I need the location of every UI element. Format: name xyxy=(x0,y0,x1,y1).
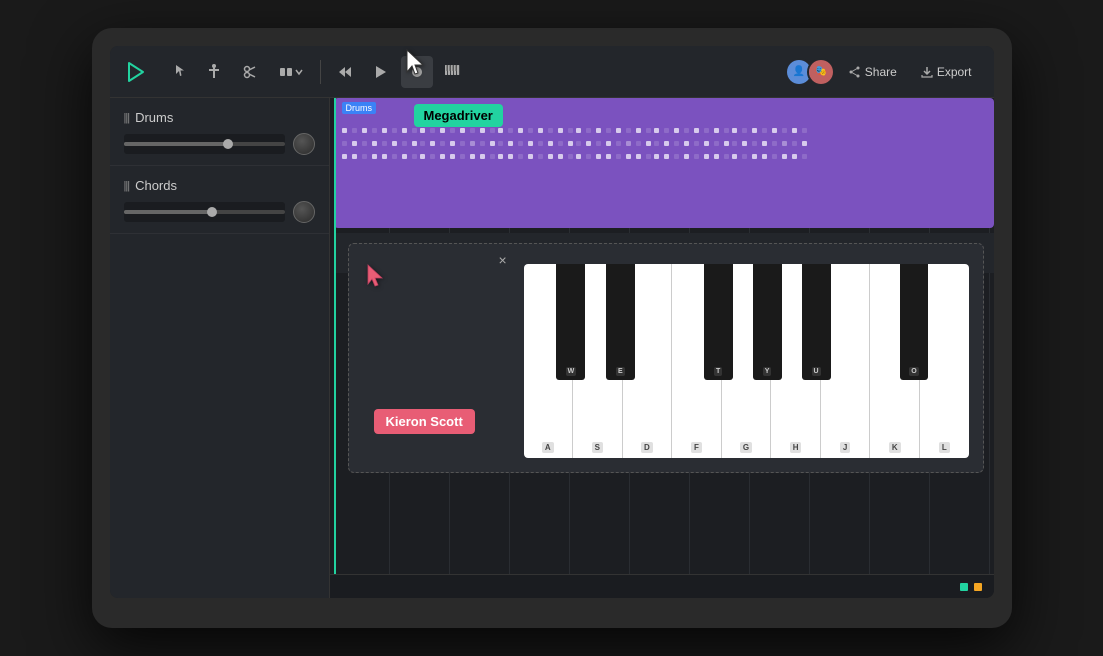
track-item-drums: ||| Drums xyxy=(110,98,329,166)
key-g-label: G xyxy=(740,442,752,453)
track-item-chords: ||| Chords xyxy=(110,166,329,234)
drums-slider-track xyxy=(124,142,285,146)
drum-pattern xyxy=(342,128,807,222)
white-key-g[interactable]: G xyxy=(722,264,772,458)
bottom-status-bar xyxy=(330,574,994,598)
export-label: Export xyxy=(937,65,972,79)
piano-close-button[interactable]: × xyxy=(499,252,507,268)
chords-track-controls xyxy=(124,201,315,223)
chords-track-icon: ||| xyxy=(124,180,130,192)
drums-volume-slider[interactable] xyxy=(124,134,285,154)
app-logo[interactable] xyxy=(122,58,150,86)
chords-slider-fill xyxy=(124,210,213,214)
clip-badge: Drums xyxy=(342,102,377,114)
scissors-tool-button[interactable] xyxy=(234,56,266,88)
export-button[interactable]: Export xyxy=(911,60,982,84)
key-j-label: J xyxy=(840,442,850,453)
pattern-block-2 xyxy=(420,128,495,222)
main-content: ||| Drums xyxy=(110,98,994,598)
pattern-block-3 xyxy=(498,128,573,222)
rewind-button[interactable] xyxy=(329,56,361,88)
playhead xyxy=(334,98,336,574)
piano-popup[interactable]: × Kieron Scott xyxy=(348,243,984,473)
drums-track-name: Drums xyxy=(135,110,173,125)
white-key-d[interactable]: D xyxy=(623,264,673,458)
white-key-l[interactable]: L xyxy=(920,264,969,458)
kieron-scott-label: Kieron Scott xyxy=(374,409,475,434)
toolbar: 👤 🎭 Share xyxy=(110,46,994,98)
track-header-drums: ||| Drums xyxy=(124,110,315,125)
white-key-k[interactable]: K xyxy=(870,264,920,458)
key-k-label: K xyxy=(889,442,901,453)
pin-tool-button[interactable] xyxy=(198,56,230,88)
track-header-chords: ||| Chords xyxy=(124,178,315,193)
cursor-tool-button[interactable] xyxy=(162,56,194,88)
split-tool-button[interactable] xyxy=(270,56,312,88)
play-button[interactable] xyxy=(365,56,397,88)
key-s-label: S xyxy=(592,442,603,453)
sidebar: ||| Drums xyxy=(110,98,330,598)
key-f-label: F xyxy=(691,442,702,453)
pattern-block-4 xyxy=(576,128,651,222)
pattern-block-6 xyxy=(732,128,807,222)
status-dot-green xyxy=(960,583,968,591)
kieron-cursor xyxy=(365,264,387,295)
separator-1 xyxy=(320,60,321,84)
drums-slider-thumb xyxy=(223,139,233,149)
piano-keyboard[interactable]: A S D xyxy=(524,264,969,458)
white-keys-row: A S D xyxy=(524,264,969,458)
key-d-label: D xyxy=(641,442,653,453)
piano-roll-button[interactable] xyxy=(437,56,469,88)
tracks-area[interactable]: Drums Megadriver xyxy=(330,98,994,574)
piano-close-icon: × xyxy=(499,252,507,268)
pattern-block-5 xyxy=(654,128,729,222)
chords-slider-track xyxy=(124,210,285,214)
white-key-h[interactable]: H xyxy=(771,264,821,458)
white-key-j[interactable]: J xyxy=(821,264,871,458)
avatar-2: 🎭 xyxy=(807,58,835,86)
drums-track-controls xyxy=(124,133,315,155)
pattern-block-1 xyxy=(342,128,417,222)
arrangement-view: Drums Megadriver xyxy=(330,98,994,598)
status-dot-yellow xyxy=(974,583,982,591)
key-l-label: L xyxy=(939,442,950,453)
drums-track-icon: ||| xyxy=(124,112,130,124)
drums-clip[interactable]: Drums Megadriver xyxy=(334,98,994,228)
megadriver-label: Megadriver xyxy=(414,104,503,127)
avatar-group: 👤 🎭 xyxy=(785,58,835,86)
white-key-a[interactable]: A xyxy=(524,264,574,458)
drum-pattern-container xyxy=(342,128,986,222)
record-button[interactable] xyxy=(401,56,433,88)
share-label: Share xyxy=(865,65,897,79)
laptop-frame: 👤 🎭 Share xyxy=(92,28,1012,628)
key-h-label: H xyxy=(790,442,802,453)
white-key-f[interactable]: F xyxy=(672,264,722,458)
drums-volume-knob[interactable] xyxy=(293,133,315,155)
chords-volume-knob[interactable] xyxy=(293,201,315,223)
chords-slider-thumb xyxy=(207,207,217,217)
avatar-2-img: 🎭 xyxy=(809,60,833,84)
share-button[interactable]: Share xyxy=(839,60,907,84)
chords-volume-slider[interactable] xyxy=(124,202,285,222)
chords-track-name: Chords xyxy=(135,178,177,193)
screen: 👤 🎭 Share xyxy=(110,46,994,598)
key-a-label: A xyxy=(542,442,554,453)
drums-slider-fill xyxy=(124,142,229,146)
white-key-s[interactable]: S xyxy=(573,264,623,458)
piano-keyboard-container: A S D xyxy=(524,264,969,458)
